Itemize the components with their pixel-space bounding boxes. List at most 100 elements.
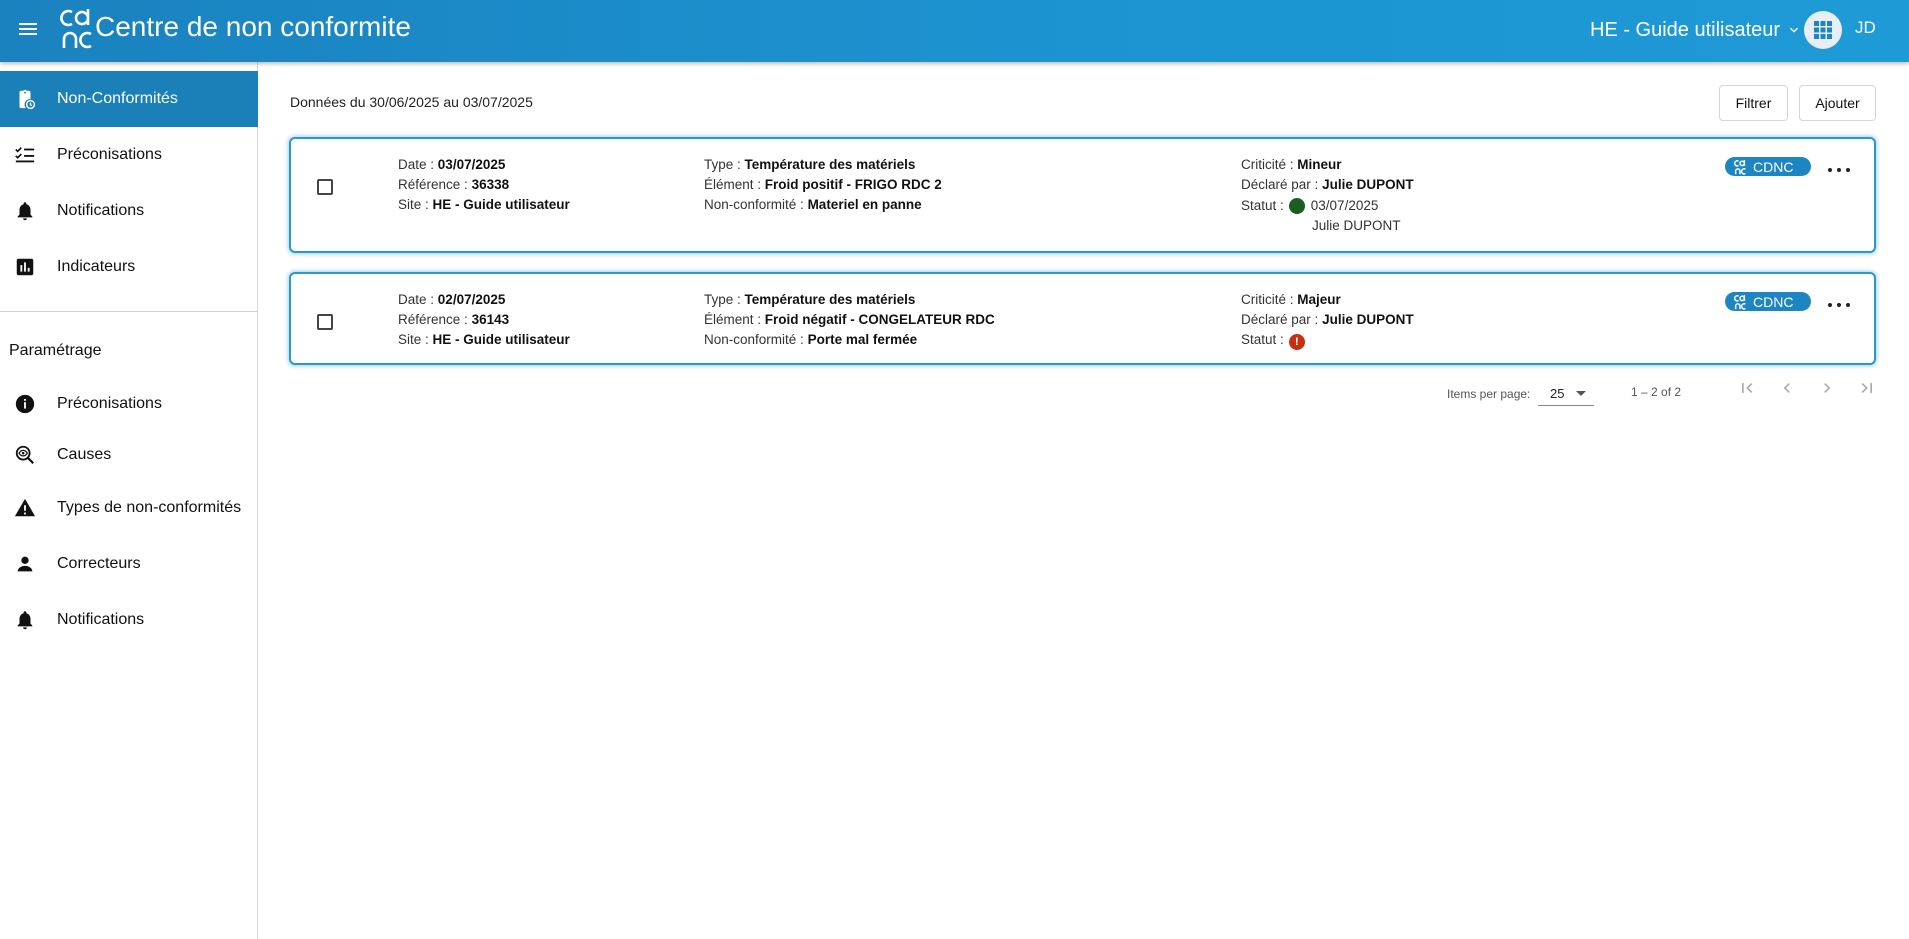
card-site: HE - Guide utilisateur [432,332,570,347]
sidebar-item-causes[interactable]: Causes [0,427,258,483]
sidebar-item-label: Types de non-conformités [57,499,242,516]
cdnc-logo-icon [1734,159,1746,175]
cdnc-badge: CDNC [1725,157,1811,176]
card-date: 02/07/2025 [437,292,506,307]
sidebar-item-types-non-conformites[interactable]: Types de non-conformités [0,480,258,536]
page-range-label: 1 – 2 of 2 [1631,385,1682,399]
main-content: Données du 30/06/2025 au 03/07/2025 Filt… [259,62,1909,939]
status-date: 03/07/2025 [1310,198,1379,213]
person-icon [14,553,36,575]
sidebar: Non-Conformités Préconisations Notificat… [0,62,258,939]
bell-icon [14,200,36,222]
card-non-conformity: Porte mal fermée [807,332,918,347]
more-options-icon[interactable] [1828,298,1850,312]
field-label: Déclaré par : [1241,177,1319,192]
sidebar-item-correcteurs[interactable]: Correcteurs [0,536,258,592]
sidebar-item-label: Notifications [57,202,145,219]
bar-chart-icon [14,256,36,278]
user-avatar[interactable]: JD [1855,18,1876,38]
search-eye-icon [14,444,36,466]
apps-grid-icon [1814,21,1832,39]
clipboard-clock-icon [14,88,36,110]
page-size-value: 25 [1550,386,1565,401]
date-range-label: Données du 30/06/2025 au 03/07/2025 [290,94,533,110]
card-type: Température des matériels [744,157,916,172]
settings-section-title: Paramétrage [9,342,102,359]
info-icon [14,393,36,415]
status-by: Julie DUPONT [1312,218,1401,233]
bell-icon [14,609,36,631]
card-declared-by: Julie DUPONT [1322,177,1414,192]
checklist-icon [14,144,36,166]
app-title: Centre de non conformite [95,11,411,42]
card-non-conformity: Materiel en panne [807,197,922,212]
first-page-icon [1742,383,1753,393]
field-label: Déclaré par : [1241,312,1319,327]
previous-page-button[interactable] [1772,373,1802,403]
field-label: Criticité : [1241,292,1294,307]
card-criticity: Majeur [1297,292,1341,307]
sidebar-item-indicateurs[interactable]: Indicateurs [0,239,258,295]
filter-button[interactable]: Filtrer [1719,85,1788,121]
warning-icon [14,497,36,519]
add-button[interactable]: Ajouter [1799,85,1876,121]
status-alert-icon: ! [1288,334,1305,350]
sidebar-item-settings-notifications[interactable]: Notifications [0,592,258,648]
select-checkbox[interactable] [317,314,333,330]
card-date: 03/07/2025 [437,157,506,172]
field-label: Élément : [704,177,762,192]
card-info-column: Date : 03/07/2025 Référence : 36338 Site… [398,155,570,215]
field-label: Statut : [1241,332,1284,347]
site-selector[interactable]: HE - Guide utilisateur [1590,16,1802,44]
badge-label: CDNC [1753,293,1794,310]
last-page-icon [1861,383,1872,393]
card-declared-by: Julie DUPONT [1322,312,1414,327]
sidebar-item-label: Indicateurs [57,258,136,275]
items-per-page-label: Items per page: [1447,387,1531,401]
next-page-button[interactable] [1812,373,1842,403]
caret-down-icon [1576,391,1586,396]
card-type-column: Type : Température des matériels Élément… [704,155,942,215]
cdnc-logo-icon [1734,294,1746,310]
sidebar-divider [0,311,258,312]
sidebar-item-label: Causes [57,446,112,463]
sidebar-item-label: Correcteurs [57,555,141,572]
field-label: Criticité : [1241,157,1294,172]
non-conformity-card[interactable]: Date : 02/07/2025 Référence : 36143 Site… [289,272,1876,365]
select-checkbox[interactable] [317,179,333,195]
sidebar-item-label: Notifications [57,611,145,628]
card-info-column: Date : 02/07/2025 Référence : 36143 Site… [398,290,570,350]
sidebar-item-non-conformites[interactable]: Non-Conformités [0,71,258,127]
cdnc-badge: CDNC [1725,292,1811,311]
site-selector-label: HE - Guide utilisateur [1590,18,1781,41]
card-reference: 36143 [471,312,510,327]
sidebar-item-preconisations[interactable]: Préconisations [0,127,258,183]
badge-label: CDNC [1753,158,1794,175]
menu-icon[interactable] [16,17,40,41]
card-criticity: Mineur [1297,157,1342,172]
field-label: Site : [398,197,429,212]
field-label: Non-conformité : [704,332,804,347]
status-done-icon [1288,198,1305,214]
card-element: Froid négatif - CONGELATEUR RDC [764,312,995,327]
top-app-bar: Centre de non conformite HE - Guide util… [0,0,1909,62]
sidebar-item-settings-preconisations[interactable]: Préconisations [0,376,258,432]
first-page-button[interactable] [1732,373,1762,403]
card-type-column: Type : Température des matériels Élément… [704,290,995,350]
field-label: Référence : [398,312,468,327]
sidebar-item-notifications[interactable]: Notifications [0,183,258,239]
field-label: Type : [704,157,741,172]
last-page-button[interactable] [1852,373,1882,403]
field-label: Statut : [1241,198,1284,213]
card-status-column: Criticité : Mineur Déclaré par : Julie D… [1241,155,1414,236]
field-label: Non-conformité : [704,197,804,212]
field-label: Date : [398,292,435,307]
field-label: Site : [398,332,429,347]
field-label: Type : [704,292,741,307]
more-options-icon[interactable] [1828,163,1850,177]
apps-launcher-button[interactable] [1804,11,1842,49]
card-reference: 36338 [471,177,510,192]
page-size-select[interactable]: 25 [1538,380,1594,406]
field-label: Référence : [398,177,468,192]
non-conformity-card[interactable]: Date : 03/07/2025 Référence : 36338 Site… [289,137,1876,253]
